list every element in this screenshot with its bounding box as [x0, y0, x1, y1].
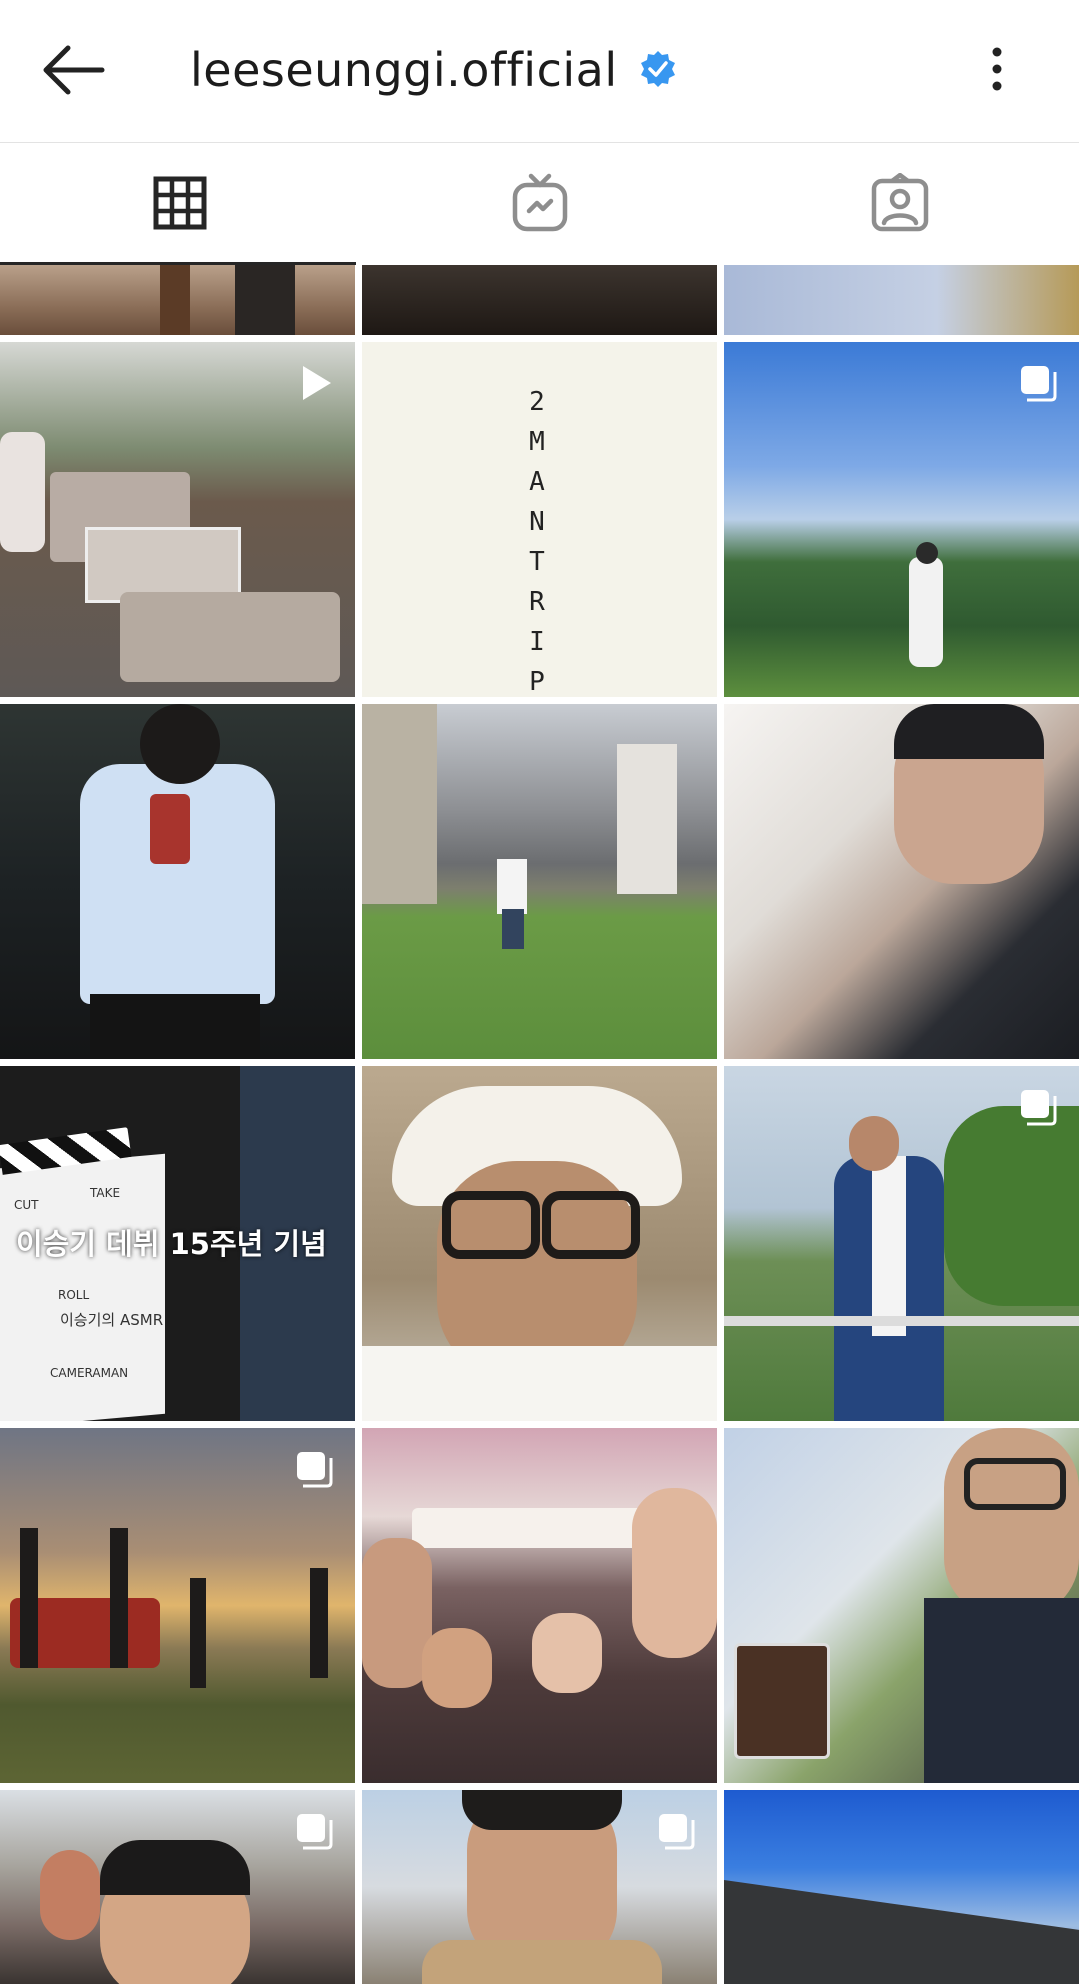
- arrow-left-icon[interactable]: [38, 42, 108, 98]
- top-app-bar: leeseunggi.official: [0, 0, 1079, 143]
- post-thumbnail[interactable]: [0, 704, 355, 1059]
- person-tag-icon: [871, 173, 929, 232]
- tab-igtv[interactable]: [360, 143, 720, 263]
- post-thumbnail[interactable]: [724, 342, 1079, 697]
- post-thumbnail[interactable]: [362, 704, 717, 1059]
- post-thumbnail[interactable]: 2MANTRIP: [362, 342, 717, 697]
- post-thumbnail[interactable]: [362, 1428, 717, 1783]
- tab-tagged[interactable]: [720, 143, 1079, 263]
- carousel-icon: [297, 1814, 333, 1850]
- clapper-cut-label: CUT: [14, 1198, 39, 1212]
- carousel-icon: [659, 1814, 695, 1850]
- clapper-roll-value: 이승기의 ASMR: [60, 1311, 164, 1329]
- post-thumbnail[interactable]: [724, 265, 1079, 335]
- posts-grid: 2MANTRIP 이승기 데뷔 15주년 기념 CUT TAKE ROLL 이승…: [0, 265, 1079, 1984]
- post-thumbnail[interactable]: [0, 1428, 355, 1783]
- post-thumbnail[interactable]: [0, 1790, 355, 1984]
- more-vertical-icon[interactable]: [980, 44, 1014, 94]
- post-thumbnail[interactable]: [724, 704, 1079, 1059]
- carousel-icon: [1021, 366, 1057, 402]
- post-thumbnail[interactable]: [362, 1066, 717, 1421]
- profile-username: leeseunggi.official: [190, 43, 618, 97]
- profile-tabs: [0, 143, 1079, 263]
- post-thumbnail[interactable]: [0, 342, 355, 697]
- post-thumbnail[interactable]: [724, 1790, 1079, 1984]
- post-thumbnail[interactable]: [724, 1066, 1079, 1421]
- clapper-take-label: TAKE: [90, 1186, 121, 1200]
- video-play-icon: [303, 366, 331, 400]
- carousel-icon: [297, 1452, 333, 1488]
- clapper-roll-label: ROLL: [58, 1288, 90, 1302]
- post-thumbnail[interactable]: [362, 1790, 717, 1984]
- post-thumbnail[interactable]: [0, 265, 355, 335]
- carousel-icon: [1021, 1090, 1057, 1126]
- clapper-cameraman-label: CAMERAMAN: [50, 1366, 129, 1380]
- post-thumbnail[interactable]: [362, 265, 717, 335]
- post-thumbnail[interactable]: [724, 1428, 1079, 1783]
- post-caption-text: 2MANTRIP: [529, 387, 545, 697]
- post-thumbnail[interactable]: 이승기 데뷔 15주년 기념 CUT TAKE ROLL 이승기의 ASMR C…: [0, 1066, 355, 1421]
- grid-icon: [153, 176, 207, 230]
- tab-posts-grid[interactable]: [0, 143, 360, 263]
- verified-badge-icon: [641, 51, 675, 87]
- tv-icon: [512, 173, 568, 232]
- clapper-caption: 이승기 데뷔 15주년 기념: [16, 1227, 327, 1261]
